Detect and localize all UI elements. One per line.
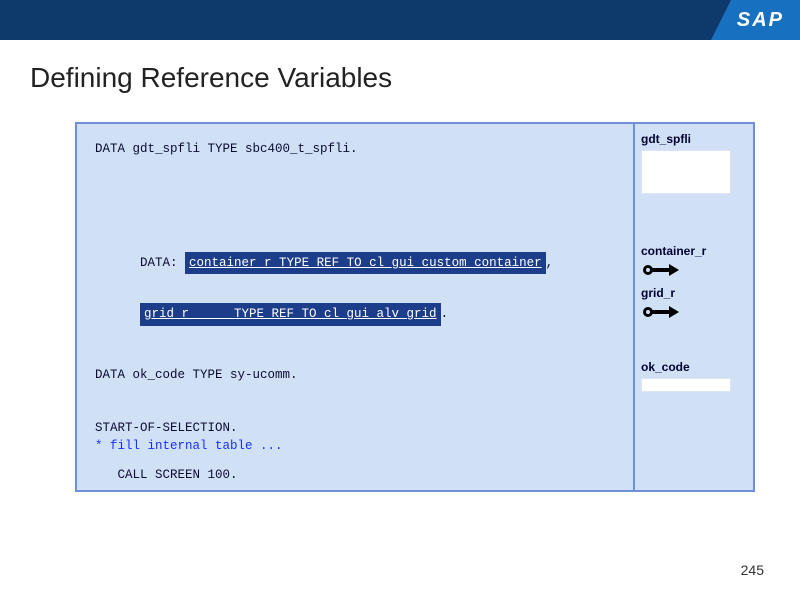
var-box-gdt-spfli [641, 150, 731, 194]
code-highlight-container: container_r TYPE REF TO cl_gui_custom_co… [185, 252, 546, 275]
var-group-ok-code: ok_code [641, 360, 747, 392]
var-label-gdt-spfli: gdt_spfli [641, 132, 747, 146]
code-line-start: START-OF-SELECTION. [95, 419, 623, 438]
page-number: 245 [741, 562, 764, 578]
code-pane: DATA gdt_spfli TYPE sbc400_t_spfli. DATA… [77, 124, 633, 490]
code-line-comment: * fill internal table ... [95, 437, 623, 456]
code-panel: DATA gdt_spfli TYPE sbc400_t_spfli. DATA… [75, 122, 755, 492]
var-label-grid-r: grid_r [641, 286, 747, 300]
variable-side-panel: gdt_spfli container_r grid_r [633, 124, 753, 490]
code-line-1: DATA gdt_spfli TYPE sbc400_t_spfli. [95, 140, 623, 159]
var-label-ok-code: ok_code [641, 360, 747, 374]
code-highlight-grid: grid_r TYPE REF TO cl_gui_alv_grid [140, 303, 441, 326]
sap-logo-text: SAP [731, 0, 800, 40]
var-box-ok-code [641, 378, 731, 392]
code-period: . [441, 307, 449, 321]
var-label-container-r: container_r [641, 244, 747, 258]
code-comma: , [546, 256, 554, 270]
var-group-grid-r: grid_r [641, 286, 747, 320]
sap-logo: SAP [711, 0, 800, 40]
code-data-keyword: DATA: [140, 256, 178, 270]
key-arrow-icon [641, 304, 747, 320]
var-group-container-r: container_r [641, 244, 747, 278]
key-arrow-icon [641, 262, 747, 278]
top-bar: SAP [0, 0, 800, 40]
code-line-grid: grid_r TYPE REF TO cl_gui_alv_grid. [95, 303, 623, 326]
code-line-data-block: DATA: container_r TYPE REF TO cl_gui_cus… [95, 233, 623, 293]
var-group-gdt-spfli: gdt_spfli [641, 132, 747, 194]
slide-title: Defining Reference Variables [30, 62, 800, 94]
code-line-call: CALL SCREEN 100. [95, 466, 623, 485]
code-line-okcode: DATA ok_code TYPE sy-ucomm. [95, 366, 623, 385]
